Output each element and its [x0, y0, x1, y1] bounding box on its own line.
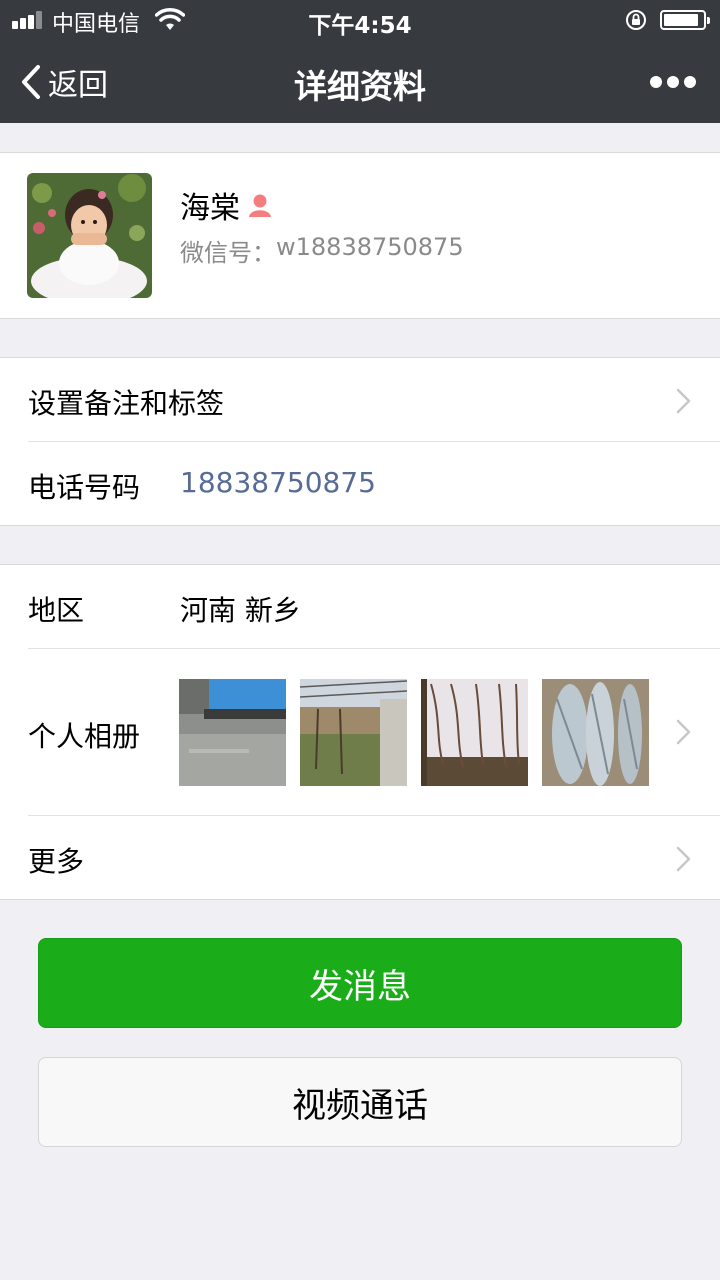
region-value: 河南 新乡	[180, 594, 301, 627]
wechat-id-label: 微信号：	[180, 239, 276, 267]
phone-row: 电话号码 18838750875	[0, 442, 720, 526]
info-group: 地区 河南 新乡 个人相册 更多	[0, 564, 720, 900]
remark-phone-group: 设置备注和标签 电话号码 18838750875	[0, 357, 720, 526]
video-call-button[interactable]: 视频通话	[38, 1057, 682, 1147]
wechat-id-row: 微信号： w18838750875	[180, 233, 464, 268]
top-bar: 中国电信 下午4:54 返回 详细资料	[0, 0, 720, 123]
female-gender-icon	[249, 194, 271, 217]
battery-icon	[660, 10, 710, 30]
chevron-right-icon	[676, 388, 691, 414]
more-row[interactable]: 更多	[0, 816, 720, 900]
chevron-right-icon	[676, 846, 691, 872]
more-label: 更多	[28, 845, 85, 878]
name-row: 海棠	[180, 183, 274, 227]
phone-label: 电话号码	[28, 471, 141, 504]
profile-card: 海棠 微信号： w18838750875	[0, 152, 720, 319]
set-remark-label: 设置备注和标签	[28, 387, 225, 420]
contact-name: 海棠	[180, 191, 240, 226]
navigation-bar: 返回 详细资料	[0, 40, 720, 123]
phone-number-link[interactable]: 18838750875	[180, 466, 376, 499]
rotation-lock-icon	[626, 10, 646, 30]
status-time: 下午4:54	[308, 13, 412, 39]
chevron-right-icon	[676, 719, 691, 745]
wechat-id-value: w18838750875	[276, 233, 464, 261]
avatar[interactable]	[27, 173, 152, 298]
send-message-button[interactable]: 发消息	[38, 938, 682, 1028]
album-photo[interactable]	[300, 679, 407, 786]
set-remark-row[interactable]: 设置备注和标签	[0, 358, 720, 441]
page-title: 详细资料	[294, 67, 426, 106]
album-photo[interactable]	[542, 679, 649, 786]
region-label: 地区	[28, 594, 85, 627]
more-options-icon[interactable]	[648, 70, 698, 94]
personal-album-label: 个人相册	[28, 720, 141, 753]
region-row: 地区 河南 新乡	[0, 565, 720, 648]
status-bar: 中国电信 下午4:54	[0, 0, 720, 40]
album-photo[interactable]	[421, 679, 528, 786]
album-photos	[179, 679, 663, 786]
album-photo[interactable]	[179, 679, 286, 786]
